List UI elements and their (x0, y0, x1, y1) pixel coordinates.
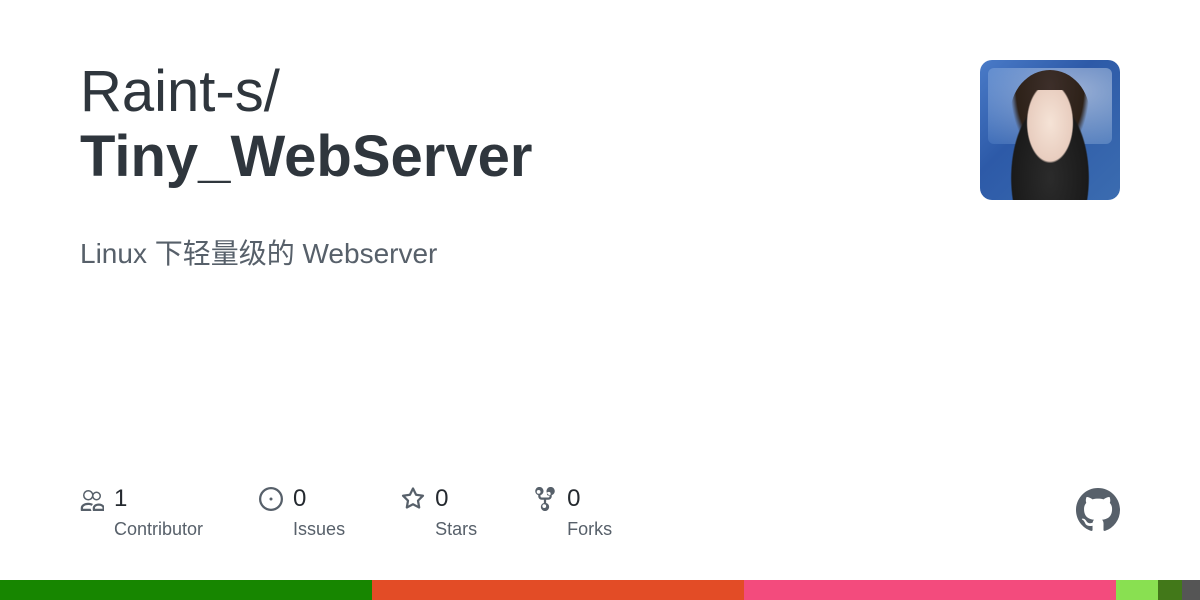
stat-issues-label: Issues (293, 519, 345, 540)
stat-stars-label: Stars (435, 519, 477, 540)
language-segment (1116, 580, 1158, 600)
github-logo-icon[interactable] (1076, 488, 1120, 537)
stat-contributors[interactable]: 1 Contributor (80, 485, 203, 540)
stat-forks[interactable]: 0 Forks (533, 485, 612, 540)
avatar[interactable] (980, 60, 1120, 200)
language-segment (372, 580, 744, 600)
fork-icon (533, 487, 557, 511)
stat-contributors-value: 1 (114, 485, 127, 513)
repo-name[interactable]: Tiny_WebServer (80, 124, 980, 191)
stat-contributors-label: Contributor (114, 519, 203, 540)
stats-group: 1 Contributor 0 Issues 0 (80, 485, 612, 540)
language-segment (744, 580, 1116, 600)
stat-stars[interactable]: 0 Stars (401, 485, 477, 540)
stat-forks-label: Forks (567, 519, 612, 540)
language-segment (1182, 580, 1200, 600)
star-icon (401, 487, 425, 511)
repo-title-block: Raint-s/ Tiny_WebServer (80, 60, 980, 190)
issue-icon (259, 487, 283, 511)
people-icon (80, 487, 104, 511)
stat-issues[interactable]: 0 Issues (259, 485, 345, 540)
repo-description: Linux 下轻量级的 Webserver (80, 232, 1120, 272)
stat-forks-value: 0 (567, 485, 580, 513)
language-segment (0, 580, 372, 600)
stat-stars-value: 0 (435, 485, 448, 513)
repo-owner-line: Raint-s/ (80, 60, 980, 124)
repo-separator: / (264, 59, 280, 124)
language-segment (1158, 580, 1182, 600)
repo-owner[interactable]: Raint-s (80, 59, 264, 124)
stat-issues-value: 0 (293, 485, 306, 513)
language-color-bar (0, 580, 1200, 600)
